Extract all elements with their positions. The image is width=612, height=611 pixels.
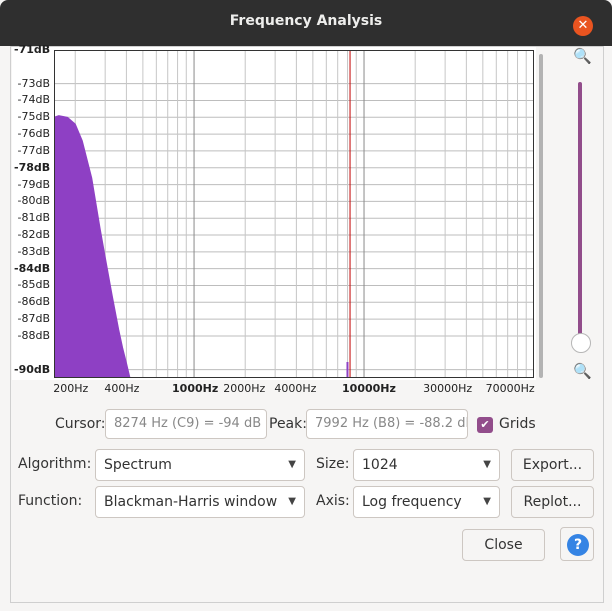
chevron-down-icon: ▼ (288, 459, 296, 470)
function-value: Blackman-Harris window (104, 494, 278, 510)
help-icon: ? (567, 534, 589, 556)
grids-checkbox[interactable]: ✔ (477, 417, 493, 433)
y-tick-label: -71dB (14, 43, 51, 56)
spectrum-area (54, 115, 131, 378)
chevron-down-icon: ▼ (288, 496, 296, 507)
y-tick-label: -79dB (17, 177, 51, 191)
y-tick-label: -83dB (17, 244, 51, 258)
axis-select[interactable]: Log frequency ▼ (353, 486, 500, 518)
axis-value: Log frequency (362, 494, 462, 510)
chevron-down-icon: ▼ (483, 496, 491, 507)
x-tick-label: 70000Hz (485, 382, 535, 395)
y-tick-label: -88dB (17, 328, 51, 342)
peak-field[interactable]: 7992 Hz (B8) = -88.2 dB (306, 409, 468, 439)
algorithm-select[interactable]: Spectrum ▼ (95, 449, 305, 481)
close-button[interactable]: Close (462, 529, 545, 561)
zoom-out-icon[interactable]: 🔍 (573, 362, 592, 380)
x-tick-label: 4000Hz (274, 382, 317, 395)
zoom-slider-handle[interactable] (571, 333, 591, 353)
cursor-label: Cursor: (55, 416, 106, 432)
replot-button[interactable]: Replot... (511, 486, 594, 518)
y-tick-label: -73dB (17, 76, 51, 90)
peak-label: Peak: (269, 416, 307, 432)
y-tick-label: -84dB (14, 261, 51, 275)
title-bar[interactable]: Frequency Analysis ✕ (0, 0, 612, 46)
export-button[interactable]: Export... (511, 449, 594, 481)
y-tick-label: -86dB (17, 295, 51, 309)
algorithm-label: Algorithm: (18, 456, 92, 472)
zoom-slider[interactable] (578, 82, 582, 344)
function-label: Function: (18, 493, 83, 509)
x-tick-label: 2000Hz (223, 382, 266, 395)
x-tick-label: 1000Hz (172, 382, 219, 395)
x-tick-label: 400Hz (104, 382, 140, 395)
x-tick-label: 30000Hz (423, 382, 473, 395)
size-label: Size: (316, 456, 350, 472)
vertical-scrollbar[interactable] (539, 54, 543, 378)
size-value: 1024 (362, 457, 398, 473)
x-tick-label: 200Hz (53, 382, 89, 395)
spectrum-chart[interactable] (54, 50, 534, 378)
y-tick-label: -76dB (17, 127, 51, 141)
chevron-down-icon: ▼ (483, 459, 491, 470)
cursor-field[interactable]: 8274 Hz (C9) = -94 dB (105, 409, 267, 439)
close-window-icon[interactable]: ✕ (573, 16, 593, 36)
size-select[interactable]: 1024 ▼ (353, 449, 500, 481)
y-tick-label: -75dB (17, 110, 51, 124)
function-select[interactable]: Blackman-Harris window ▼ (95, 486, 305, 518)
y-tick-label: -77dB (17, 143, 51, 157)
x-tick-label: 10000Hz (342, 382, 396, 395)
y-tick-label: -74dB (17, 93, 51, 107)
grids-label[interactable]: Grids (499, 416, 536, 432)
y-tick-label: -87dB (17, 312, 51, 326)
zoom-in-icon[interactable]: 🔍 (573, 47, 592, 65)
y-tick-label: -80dB (17, 194, 51, 208)
y-tick-label: -81dB (17, 211, 51, 225)
axis-label: Axis: (316, 493, 350, 509)
help-button[interactable]: ? (560, 527, 594, 561)
y-tick-label: -82dB (17, 228, 51, 242)
algorithm-value: Spectrum (104, 457, 172, 473)
window-title: Frequency Analysis (229, 13, 383, 29)
frequency-analysis-window: Frequency Analysis ✕ -71dB -73dB -74dB -75d… (0, 0, 612, 611)
y-tick-label: -85dB (17, 278, 51, 292)
y-tick-label: -90dB (14, 362, 51, 376)
y-tick-label: -78dB (14, 160, 51, 174)
